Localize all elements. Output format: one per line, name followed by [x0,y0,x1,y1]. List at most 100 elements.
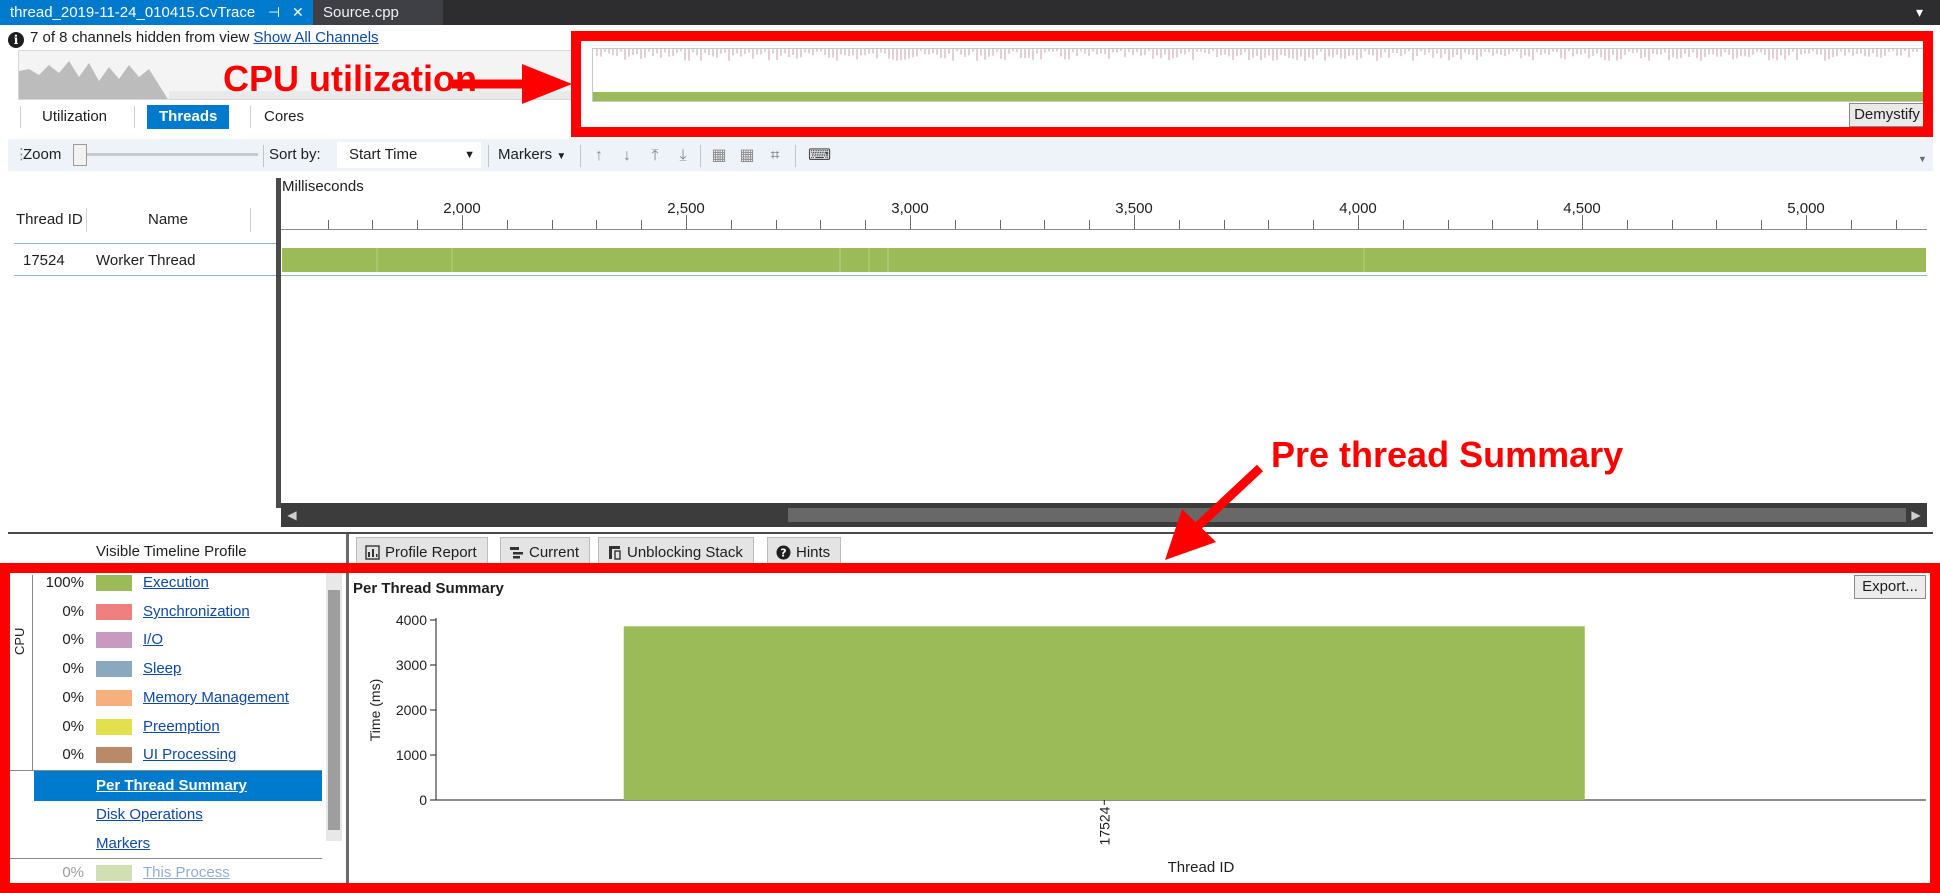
channels-info-bar: i 7 of 8 channels hidden from view Show A… [8,28,568,48]
hide-threads-icon[interactable]: ▦ [709,146,729,166]
column-separator [250,208,251,232]
ruler-tick [1582,215,1583,229]
sort-by-label: Sort by: [269,146,321,163]
chevron-down-icon: ▼ [556,151,567,162]
filter-threads-icon[interactable]: ⌗ [765,146,785,166]
ruler-axis [281,229,1927,230]
toolbar-separator [700,145,701,167]
ruler-tick [1268,220,1270,229]
sort-by-dropdown[interactable]: Start Time ▼ [337,142,481,168]
ruler-tick [1537,220,1539,229]
ruler-tick [1178,220,1180,229]
ruler-tick [641,220,643,229]
ruler-tick [730,220,732,229]
tab-hints-label: Hints [796,544,831,561]
ruler-tick [1716,220,1718,229]
ruler-tick [1761,220,1763,229]
scroll-right-icon[interactable]: ▶ [1907,503,1925,527]
tab-overflow-icon[interactable]: ▾ [1916,0,1923,25]
zoom-slider-track[interactable] [78,153,258,156]
toolbar-separator [488,145,489,167]
ruler-tick [1313,220,1315,229]
markers-label: Markers [498,146,553,163]
zoom-slider-thumb[interactable] [73,144,87,166]
cpu-utilization-highlight-box [571,31,1933,137]
ruler-tick [1089,220,1091,229]
tab-trace-label: thread_2019-11-24_010415.CvTrace [10,4,256,21]
tab-unblocking-stack-label: Unblocking Stack [627,544,743,561]
thread-name-cell: Worker Thread [96,252,196,269]
ruler-tick [1671,220,1673,229]
thread-execution-bar[interactable] [282,248,1926,272]
help-icon: ? [776,545,791,560]
ruler-tick [820,220,822,229]
timeline-split-divider[interactable] [276,178,281,508]
ruler-tick [1134,215,1135,229]
ruler-tick [1044,220,1046,229]
ruler-tick [1402,220,1404,229]
per-thread-summary-highlight-box [0,563,1940,893]
column-name[interactable]: Name [148,208,188,232]
ruler-tick [551,220,553,229]
ruler-tick [686,215,687,229]
tab-trace-file[interactable]: thread_2019-11-24_010415.CvTrace [0,0,313,25]
thread-summary-annotation: Pre thread Summary [1271,434,1624,475]
toolbar-separator [580,145,581,167]
thread-id-cell: 17524 [23,252,65,269]
ruler-tick [1806,215,1807,229]
tab-utilization[interactable]: Utilization [30,105,119,129]
show-all-channels-link[interactable]: Show All Channels [253,29,378,46]
svg-text:?: ? [780,547,786,560]
chevron-down-icon: ▼ [464,149,475,161]
ruler-tick [954,220,956,229]
move-to-top-icon[interactable]: ⤒ [645,146,665,166]
visible-timeline-profile-title: Visible Timeline Profile [96,543,247,560]
column-thread-id[interactable]: Thread ID [16,208,83,232]
pin-icon[interactable]: ⊣ [268,0,280,25]
scrollbar-thumb[interactable] [788,508,1906,522]
cpu-utilization-annotation: CPU utilization [223,58,477,99]
table-row[interactable]: 17524 Worker Thread [14,244,276,275]
tab-threads[interactable]: Threads [147,105,230,129]
ruler-tick [1626,220,1628,229]
move-up-icon[interactable]: ↑ [589,146,609,166]
scroll-left-icon[interactable]: ◀ [283,503,301,527]
ruler-tick [775,220,777,229]
toolbar-separator [263,145,264,167]
panel-splitter[interactable] [8,532,1933,534]
toolbar-overflow-icon[interactable]: ▼ [1918,154,1927,164]
ruler-tick [1895,220,1897,229]
ruler-tick [417,220,419,229]
ruler-tick [865,220,867,229]
thread-bar-segments [376,248,1365,272]
ruler-tick [596,220,598,229]
move-down-icon[interactable]: ↓ [617,146,637,166]
tab-profile-report-label: Profile Report [385,544,477,561]
ruler-tick [1223,220,1225,229]
row-border [14,275,276,276]
view-tab-separator [20,106,21,128]
ruler-tick [1447,220,1449,229]
cpu-annotation-arrow [452,64,572,104]
hidden-channels-message: 7 of 8 channels hidden from view [30,29,250,46]
milliseconds-label: Milliseconds [282,178,364,195]
move-to-bottom-icon[interactable]: ⤓ [673,146,693,166]
tab-source-file[interactable]: Source.cpp [313,0,443,25]
tab-current-label: Current [529,544,580,561]
thread-summary-annotation-arrow [1165,464,1264,560]
ruler-tick [1850,220,1852,229]
row-border [281,275,1927,276]
close-icon[interactable]: ✕ [292,0,304,25]
unblocking-stack-icon [609,546,621,560]
report-icon [365,545,380,560]
tab-cores[interactable]: Cores [252,105,316,129]
stack-icon [510,547,523,559]
ruler-tick [910,215,911,229]
hide-selected-icon[interactable]: ▦ [737,146,757,166]
view-tab-separator [250,106,251,128]
keyboard-icon[interactable]: ⌨ [808,146,831,166]
zoom-label: Zoom [23,146,62,163]
ruler-tick [506,220,508,229]
markers-dropdown[interactable]: Markers ▼ [498,139,566,171]
ruler-tick [327,220,329,229]
